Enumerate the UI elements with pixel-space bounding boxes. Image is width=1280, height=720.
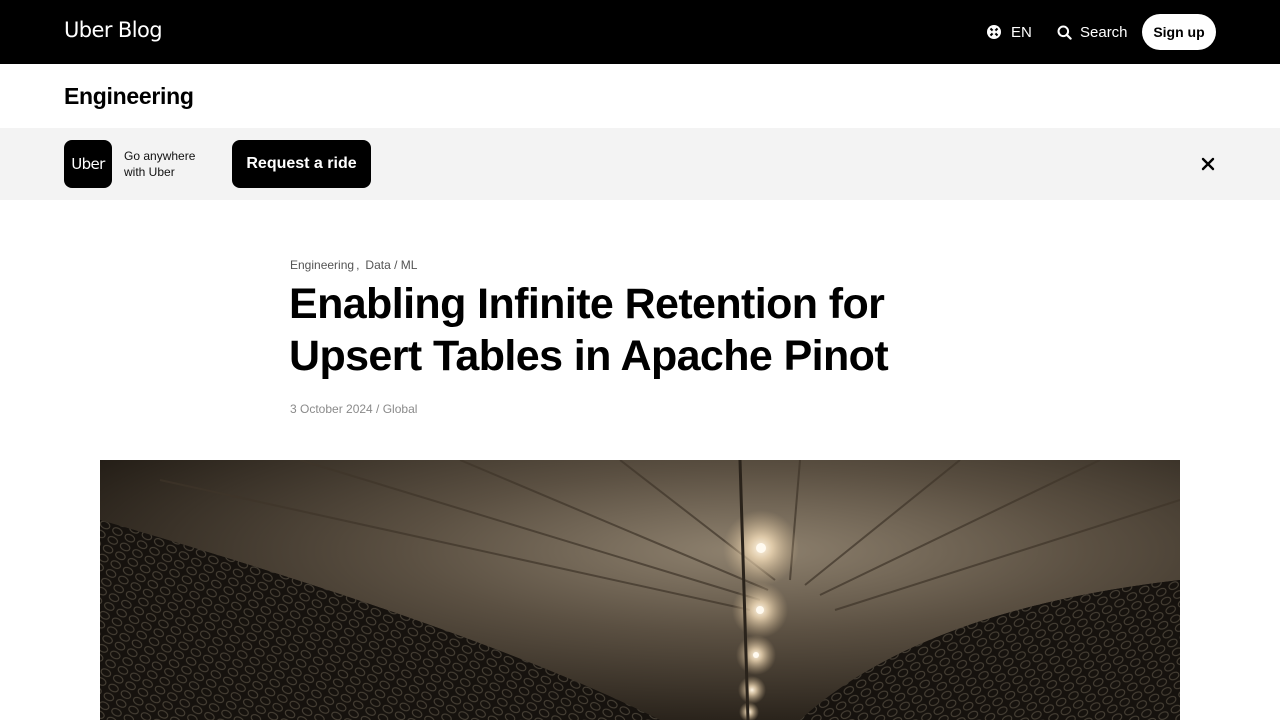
search-label: Search — [1080, 23, 1128, 41]
request-ride-button[interactable]: Request a ride — [232, 140, 371, 188]
tag-engineering[interactable]: Engineering — [290, 258, 354, 272]
close-banner-button[interactable] — [1196, 152, 1220, 176]
uber-blog-logo[interactable]: Uber Blog — [64, 18, 163, 42]
promo-tagline: Go anywhere with Uber — [124, 149, 196, 179]
sign-up-button[interactable]: Sign up — [1142, 14, 1216, 50]
article-tags: Engineering , Data / ML — [290, 258, 417, 272]
tag-data-ml[interactable]: Data / ML — [365, 258, 417, 272]
close-icon — [1201, 157, 1215, 171]
tag-separator: , — [356, 258, 360, 272]
language-label: EN — [1011, 23, 1032, 41]
article-meta: 3 October 2024 / Global — [290, 402, 418, 416]
top-nav: Uber Blog EN Search Sign up — [0, 0, 1280, 64]
section-title[interactable]: Engineering — [64, 83, 194, 110]
language-selector[interactable]: EN — [986, 22, 1032, 42]
app-promo-banner: Uber Go anywhere with Uber Request a rid… — [0, 128, 1280, 200]
search-button[interactable]: Search — [1057, 22, 1128, 42]
section-bar: Engineering — [0, 64, 1280, 128]
article-hero-image — [100, 460, 1180, 720]
search-icon — [1057, 25, 1072, 40]
article-title: Enabling Infinite Retention for Upsert T… — [289, 280, 889, 380]
globe-icon — [987, 25, 1001, 39]
uber-app-icon: Uber — [64, 140, 112, 188]
